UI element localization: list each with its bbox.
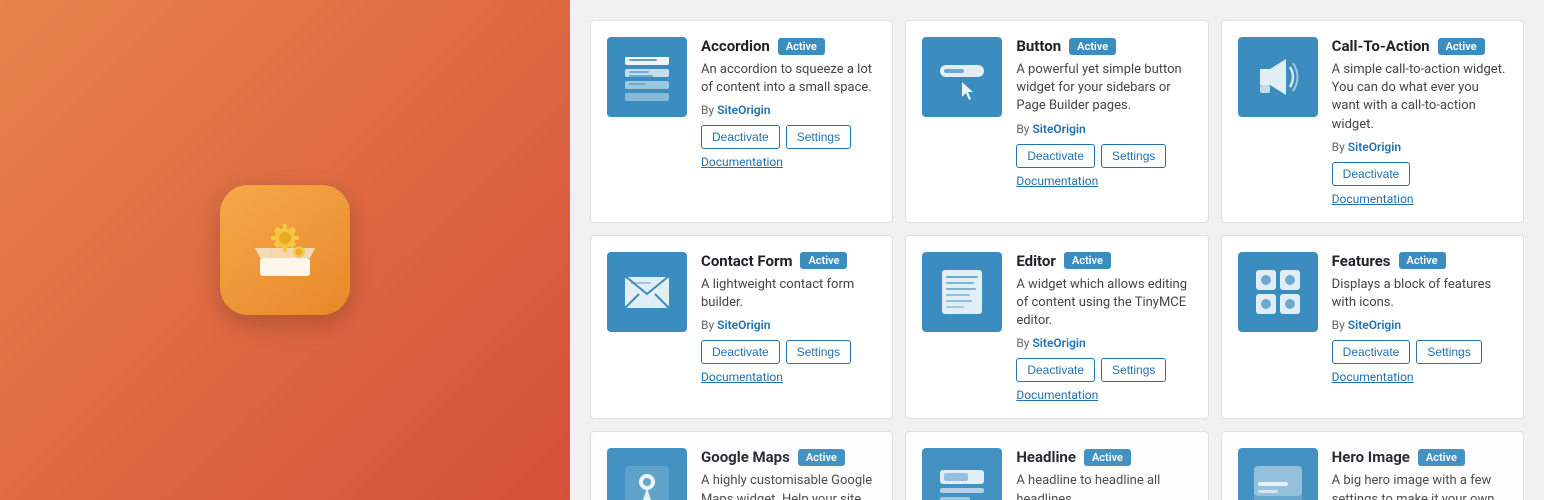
status-badge-headline: Active [1084, 449, 1131, 466]
documentation-link-contact-form[interactable]: Documentation [701, 370, 876, 384]
documentation-link-accordion[interactable]: Documentation [701, 155, 876, 169]
settings-button-features[interactable]: Settings [1416, 340, 1481, 364]
widget-card-hero-image: Hero Image Active A big hero image with a … [1221, 431, 1524, 500]
widget-header-editor: Editor Active [1016, 252, 1191, 270]
widget-header-google-maps: Google Maps Active [701, 448, 876, 466]
widget-card-call-to-action: Call-To-Action Active A simple call-to-act… [1221, 20, 1524, 223]
widget-header-call-to-action: Call-To-Action Active [1332, 37, 1507, 55]
widget-author-button: By SiteOrigin [1016, 122, 1191, 136]
widget-header-button: Button Active [1016, 37, 1191, 55]
app-icon [220, 185, 350, 315]
widget-card-headline: Headline Active A headline to headline all… [905, 431, 1208, 500]
widget-description-accordion: An accordion to squeeze a lot of content… [701, 61, 876, 97]
settings-button-button[interactable]: Settings [1101, 144, 1166, 168]
widget-info-features: Features Active Displays a block of featur… [1332, 252, 1507, 403]
widget-description-call-to-action: A simple call-to-action widget. You can … [1332, 61, 1507, 134]
widget-icon-google-maps [607, 448, 687, 500]
documentation-link-button[interactable]: Documentation [1016, 174, 1191, 188]
main-content: Accordion Active An accordion to squeeze a… [570, 0, 1544, 500]
widget-icon-hero-image [1238, 448, 1318, 500]
widget-header-features: Features Active [1332, 252, 1507, 270]
widget-author-editor: By SiteOrigin [1016, 336, 1191, 350]
documentation-link-editor[interactable]: Documentation [1016, 388, 1191, 402]
widget-info-editor: Editor Active A widget which allows editin… [1016, 252, 1191, 403]
widget-info-contact-form: Contact Form Active A lightweight contact … [701, 252, 876, 403]
widget-description-google-maps: A highly customisable Google Maps widget… [701, 472, 876, 500]
widget-icon-call-to-action [1238, 37, 1318, 117]
widget-header-hero-image: Hero Image Active [1332, 448, 1507, 466]
widget-description-hero-image: A big hero image with a few settings to … [1332, 472, 1507, 500]
widget-card-google-maps: Google Maps Active A highly customisable G… [590, 431, 893, 500]
status-badge-hero-image: Active [1418, 449, 1465, 466]
status-badge-contact-form: Active [800, 252, 847, 269]
widget-name-headline: Headline [1016, 448, 1076, 466]
widget-name-hero-image: Hero Image [1332, 448, 1410, 466]
widget-icon-accordion [607, 37, 687, 117]
status-badge-call-to-action: Active [1438, 38, 1485, 55]
deactivate-button-contact-form[interactable]: Deactivate [701, 340, 780, 364]
widget-icon-features [1238, 252, 1318, 332]
widget-info-hero-image: Hero Image Active A big hero image with a … [1332, 448, 1507, 500]
widget-icon-contact-form [607, 252, 687, 332]
status-badge-features: Active [1399, 252, 1446, 269]
widget-name-editor: Editor [1016, 252, 1056, 270]
widget-actions-button: DeactivateSettings [1016, 144, 1191, 168]
widget-author-accordion: By SiteOrigin [701, 103, 876, 117]
widget-card-contact-form: Contact Form Active A lightweight contact … [590, 235, 893, 420]
widget-description-features: Displays a block of features with icons. [1332, 276, 1507, 312]
widget-author-features: By SiteOrigin [1332, 318, 1507, 332]
sidebar [0, 0, 570, 500]
widget-icon-headline [922, 448, 1002, 500]
deactivate-button-accordion[interactable]: Deactivate [701, 125, 780, 149]
widget-info-call-to-action: Call-To-Action Active A simple call-to-act… [1332, 37, 1507, 206]
status-badge-editor: Active [1064, 252, 1111, 269]
widget-header-contact-form: Contact Form Active [701, 252, 876, 270]
widget-icon-button [922, 37, 1002, 117]
widget-card-features: Features Active Displays a block of featur… [1221, 235, 1524, 420]
deactivate-button-button[interactable]: Deactivate [1016, 144, 1095, 168]
status-badge-google-maps: Active [798, 449, 845, 466]
widget-author-call-to-action: By SiteOrigin [1332, 140, 1507, 154]
widget-name-contact-form: Contact Form [701, 252, 792, 270]
widget-description-editor: A widget which allows editing of content… [1016, 276, 1191, 331]
widget-description-button: A powerful yet simple button widget for … [1016, 61, 1191, 116]
widget-name-accordion: Accordion [701, 37, 770, 55]
widget-header-headline: Headline Active [1016, 448, 1191, 466]
settings-button-editor[interactable]: Settings [1101, 358, 1166, 382]
widget-actions-features: DeactivateSettings [1332, 340, 1507, 364]
widget-card-accordion: Accordion Active An accordion to squeeze a… [590, 20, 893, 223]
widget-name-button: Button [1016, 37, 1061, 55]
widget-name-call-to-action: Call-To-Action [1332, 37, 1430, 55]
settings-button-accordion[interactable]: Settings [786, 125, 851, 149]
status-badge-accordion: Active [778, 38, 825, 55]
widget-info-button: Button Active A powerful yet simple button… [1016, 37, 1191, 206]
deactivate-button-editor[interactable]: Deactivate [1016, 358, 1095, 382]
widget-name-google-maps: Google Maps [701, 448, 790, 466]
documentation-link-call-to-action[interactable]: Documentation [1332, 192, 1507, 206]
documentation-link-features[interactable]: Documentation [1332, 370, 1507, 384]
widget-actions-editor: DeactivateSettings [1016, 358, 1191, 382]
settings-button-contact-form[interactable]: Settings [786, 340, 851, 364]
widget-actions-call-to-action: Deactivate [1332, 162, 1507, 186]
widget-card-editor: Editor Active A widget which allows editin… [905, 235, 1208, 420]
widget-card-button: Button Active A powerful yet simple button… [905, 20, 1208, 223]
widget-name-features: Features [1332, 252, 1391, 270]
deactivate-button-call-to-action[interactable]: Deactivate [1332, 162, 1411, 186]
status-badge-button: Active [1069, 38, 1116, 55]
widget-info-accordion: Accordion Active An accordion to squeeze a… [701, 37, 876, 206]
widget-description-contact-form: A lightweight contact form builder. [701, 276, 876, 312]
widget-info-google-maps: Google Maps Active A highly customisable G… [701, 448, 876, 500]
widget-info-headline: Headline Active A headline to headline all… [1016, 448, 1191, 500]
widget-author-contact-form: By SiteOrigin [701, 318, 876, 332]
widget-header-accordion: Accordion Active [701, 37, 876, 55]
widget-description-headline: A headline to headline all headlines. [1016, 472, 1191, 500]
app-icon-svg [245, 210, 325, 290]
widget-icon-editor [922, 252, 1002, 332]
widget-actions-accordion: DeactivateSettings [701, 125, 876, 149]
widgets-grid: Accordion Active An accordion to squeeze a… [590, 20, 1524, 500]
deactivate-button-features[interactable]: Deactivate [1332, 340, 1411, 364]
widget-actions-contact-form: DeactivateSettings [701, 340, 876, 364]
